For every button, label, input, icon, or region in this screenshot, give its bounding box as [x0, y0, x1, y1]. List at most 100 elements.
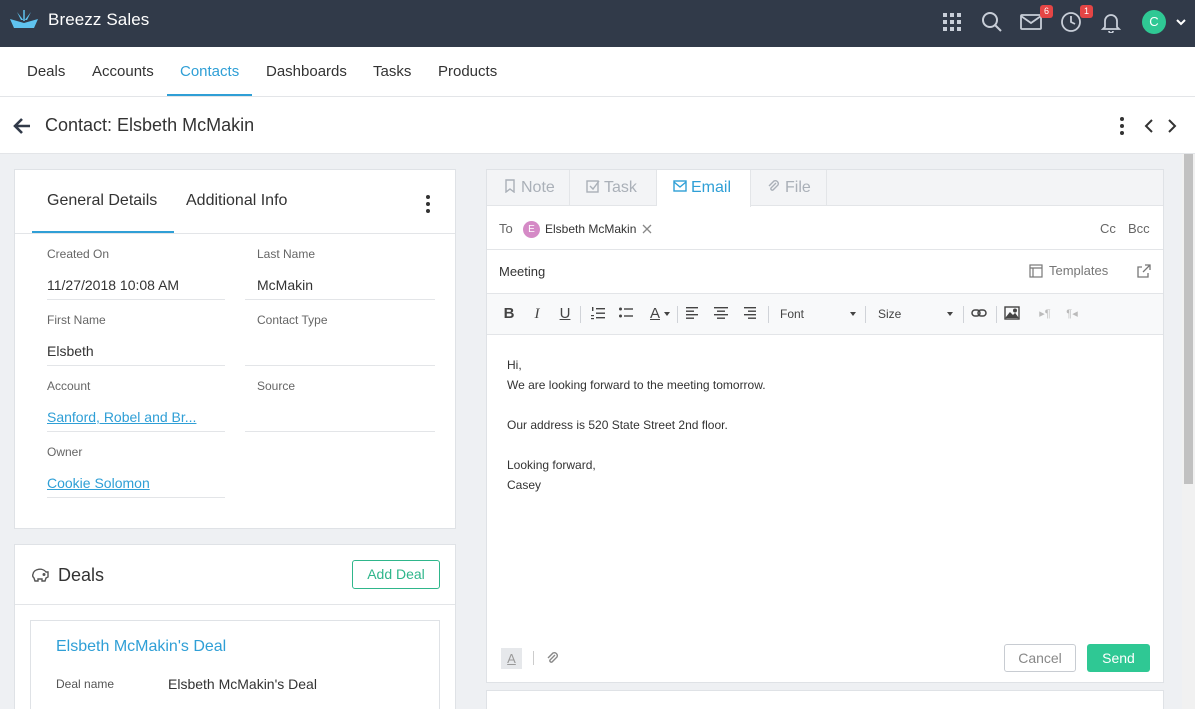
- search-icon[interactable]: [981, 11, 1005, 35]
- image-icon[interactable]: [1003, 305, 1021, 323]
- nav-item-accounts[interactable]: Accounts: [79, 47, 167, 96]
- nav-item-contacts[interactable]: Contacts: [167, 47, 253, 96]
- created-on-value: 11/27/2018 10:08 AM: [47, 277, 180, 293]
- format-toggle-icon[interactable]: A: [501, 648, 522, 669]
- cancel-button[interactable]: Cancel: [1004, 644, 1076, 672]
- bell-icon[interactable]: [1100, 11, 1124, 35]
- recipient-avatar: E: [523, 220, 540, 238]
- mail-badge: 6: [1040, 5, 1053, 18]
- divider: [245, 365, 435, 366]
- templates-button[interactable]: Templates: [1029, 263, 1108, 278]
- add-deal-button[interactable]: Add Deal: [352, 560, 440, 589]
- apps-grid-icon[interactable]: [941, 11, 965, 35]
- deal-title-link[interactable]: Elsbeth McMakin's Deal: [56, 638, 226, 656]
- divider: [47, 497, 225, 498]
- page-scrollbar[interactable]: [1182, 154, 1195, 709]
- body-line[interactable]: Casey: [507, 478, 541, 492]
- nav-item-products[interactable]: Products: [425, 47, 510, 96]
- tab-email[interactable]: Email: [657, 170, 751, 207]
- tab-additional-info[interactable]: Additional Info: [186, 170, 287, 233]
- align-left-icon[interactable]: [684, 305, 702, 323]
- text-color-icon[interactable]: A: [646, 305, 664, 323]
- editor-toolbar: B I U A Font Size ▸¶ ¶◂: [487, 294, 1163, 335]
- underline-icon[interactable]: U: [556, 305, 574, 323]
- divider: [245, 299, 435, 300]
- piggy-bank-icon: [32, 568, 49, 582]
- chevron-down-icon[interactable]: [850, 312, 856, 316]
- composer-tabs: Note Task Email File: [487, 170, 1163, 207]
- tab-file[interactable]: File: [751, 170, 827, 206]
- align-right-icon[interactable]: [740, 305, 758, 323]
- size-select[interactable]: Size: [878, 305, 901, 323]
- more-options-icon[interactable]: [1114, 116, 1130, 136]
- scrollbar-thumb[interactable]: [1184, 154, 1193, 484]
- separator: [533, 651, 534, 665]
- recipient-chip[interactable]: E Elsbeth McMakin: [523, 219, 653, 239]
- chevron-down-icon[interactable]: [664, 312, 670, 316]
- ltr-direction-icon[interactable]: ▸¶: [1036, 305, 1054, 323]
- close-icon[interactable]: [641, 223, 653, 235]
- back-arrow-icon[interactable]: [12, 116, 32, 136]
- nav-item-tasks[interactable]: Tasks: [360, 47, 424, 96]
- main-nav: Deals Accounts Contacts Dashboards Tasks…: [0, 47, 1195, 97]
- paperclip-icon: [768, 180, 779, 191]
- user-avatar[interactable]: C: [1142, 10, 1166, 34]
- divider: [487, 249, 1163, 250]
- deal-name-label: Deal name: [56, 677, 115, 691]
- font-select[interactable]: Font: [780, 305, 804, 323]
- last-name-label: Last Name: [257, 247, 316, 261]
- deal-name-value: Elsbeth McMakin's Deal: [168, 676, 317, 692]
- mail-icon[interactable]: 6: [1020, 5, 1053, 35]
- send-button[interactable]: Send: [1087, 644, 1150, 672]
- activity-composer: Note Task Email File To E Elsbeth McMaki…: [486, 169, 1164, 683]
- deals-title: Deals: [58, 565, 105, 585]
- bullet-list-icon[interactable]: [617, 305, 635, 323]
- recipient-name: Elsbeth McMakin: [545, 222, 637, 236]
- rtl-direction-icon[interactable]: ¶◂: [1063, 305, 1081, 323]
- divider: [15, 604, 455, 605]
- brand[interactable]: Breezz Sales: [8, 9, 149, 31]
- to-label: To: [499, 221, 513, 236]
- chevron-down-icon[interactable]: [947, 312, 953, 316]
- body-line[interactable]: Hi,: [507, 358, 522, 372]
- checkbox-icon: [586, 180, 600, 193]
- nav-item-deals[interactable]: Deals: [14, 47, 78, 96]
- tab-general-details[interactable]: General Details: [32, 170, 174, 233]
- last-name-value[interactable]: McMakin: [257, 277, 313, 293]
- body-line[interactable]: Our address is 520 State Street 2nd floo…: [507, 418, 728, 432]
- body-line[interactable]: Looking forward,: [507, 458, 596, 472]
- next-record-icon[interactable]: [1164, 116, 1180, 136]
- tab-task[interactable]: Task: [570, 170, 657, 206]
- separator: [996, 306, 997, 323]
- bcc-toggle[interactable]: Bcc: [1128, 221, 1150, 236]
- previous-record-icon[interactable]: [1141, 116, 1157, 136]
- subject-input[interactable]: Meeting: [499, 264, 545, 279]
- divider: [245, 431, 435, 432]
- tab-note[interactable]: Note: [487, 170, 570, 206]
- owner-link[interactable]: Cookie Solomon: [47, 475, 150, 491]
- separator: [768, 306, 769, 323]
- reminder-badge: 1: [1080, 5, 1093, 18]
- external-link-icon[interactable]: [1137, 264, 1151, 278]
- ordered-list-icon[interactable]: [589, 305, 607, 323]
- align-center-icon[interactable]: [712, 305, 730, 323]
- deal-item[interactable]: Elsbeth McMakin's Deal Deal name Elsbeth…: [30, 620, 440, 709]
- top-bar: Breezz Sales 6 1 C: [0, 0, 1195, 47]
- account-link[interactable]: Sanford, Robel and Br...: [47, 409, 207, 425]
- details-card: General Details Additional Info Created …: [14, 169, 456, 529]
- italic-icon[interactable]: I: [528, 305, 546, 323]
- link-icon[interactable]: [970, 305, 988, 323]
- contact-type-label: Contact Type: [257, 313, 328, 327]
- body-line[interactable]: We are looking forward to the meeting to…: [507, 378, 766, 392]
- first-name-value[interactable]: Elsbeth: [47, 343, 94, 359]
- clock-icon[interactable]: 1: [1060, 5, 1093, 35]
- tab-email-label: Email: [691, 179, 732, 196]
- deals-card: Deals Add Deal Elsbeth McMakin's Deal De…: [14, 544, 456, 709]
- nav-item-dashboards[interactable]: Dashboards: [253, 47, 360, 96]
- chevron-down-icon[interactable]: [1175, 16, 1187, 28]
- cc-toggle[interactable]: Cc: [1100, 221, 1116, 236]
- paperclip-icon[interactable]: [546, 651, 560, 665]
- more-options-icon[interactable]: [425, 194, 431, 214]
- mail-icon: [673, 180, 687, 192]
- bold-icon[interactable]: B: [500, 305, 518, 323]
